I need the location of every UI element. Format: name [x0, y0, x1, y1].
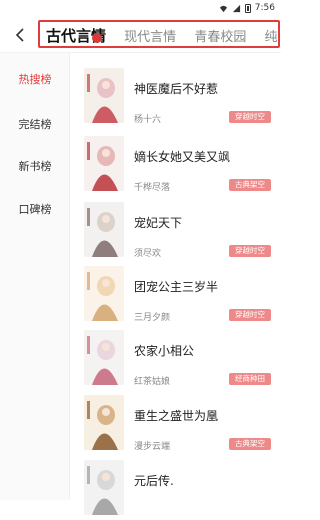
book-title: 农家小相公	[134, 344, 195, 358]
book-cover	[84, 330, 124, 385]
book-tag: 穿越时空	[229, 111, 271, 123]
book-title: 重生之盛世为凰	[134, 409, 219, 423]
tab-ancient-romance[interactable]: 古代言情	[46, 25, 106, 46]
book-item[interactable]: 团宠公主三岁半 三月夕颜 穿越时空	[76, 266, 281, 326]
book-cover	[84, 266, 124, 321]
book-item[interactable]: 宠妃天下 须尽欢 穿越时空	[76, 202, 281, 262]
signal-icon	[232, 4, 240, 12]
book-cover	[84, 136, 124, 191]
book-tag: 穿越时空	[229, 245, 271, 257]
book-item[interactable]: 神医魔后不好惹 杨十六 穿越时空	[76, 68, 281, 128]
book-author: 千桦尽落	[134, 183, 171, 193]
sidebar-item-completed[interactable]: 完结榜	[0, 116, 70, 132]
chevron-left-icon	[15, 28, 24, 42]
book-tag: 穿越时空	[229, 309, 271, 321]
book-cover	[84, 202, 124, 257]
sidebar-item-hot-search[interactable]: 热搜榜	[0, 71, 70, 87]
tab-modern-romance[interactable]: 现代言情	[124, 26, 176, 45]
tab-pure-love[interactable]: 纯爱	[264, 26, 278, 45]
book-author: 三月夕颜	[134, 313, 171, 323]
category-tabs: 古代言情 现代言情 青春校园 纯爱	[38, 20, 280, 48]
book-tag: 古典架空	[229, 438, 271, 450]
status-time: 7:56	[254, 3, 275, 13]
book-author: 漫步云端	[134, 442, 171, 452]
book-author: 红茶姑娘	[134, 377, 171, 387]
tab-youth-campus[interactable]: 青春校园	[194, 26, 246, 45]
book-author: 杨十六	[134, 115, 162, 125]
active-dot	[92, 33, 102, 43]
sidebar-item-reputation[interactable]: 口碑榜	[0, 201, 70, 217]
book-title: 团宠公主三岁半	[134, 280, 219, 294]
book-item[interactable]: 元后传.	[76, 460, 281, 520]
back-button[interactable]	[12, 25, 28, 45]
book-title: 元后传.	[134, 474, 174, 488]
book-item[interactable]: 农家小相公 红茶姑娘 经商种田	[76, 330, 281, 390]
battery-icon	[244, 3, 251, 13]
book-title: 嫡长女她又美又飒	[134, 150, 231, 164]
sidebar-item-new-books[interactable]: 新书榜	[0, 158, 70, 174]
book-item[interactable]: 嫡长女她又美又飒 千桦尽落 古典架空	[76, 136, 281, 196]
status-bar: 7:56	[0, 0, 281, 18]
status-icons: 7:56	[219, 3, 275, 13]
book-cover	[84, 460, 124, 515]
book-tag: 古典架空	[229, 179, 271, 191]
book-title: 神医魔后不好惹	[134, 82, 219, 96]
book-item[interactable]: 重生之盛世为凰 漫步云端 古典架空	[76, 395, 281, 455]
book-tag: 经商种田	[229, 373, 271, 385]
book-author: 须尽欢	[134, 249, 162, 259]
top-bar: 古代言情 现代言情 青春校园 纯爱	[0, 18, 281, 52]
book-title: 宠妃天下	[134, 216, 183, 230]
wifi-icon	[219, 5, 227, 12]
book-cover	[84, 395, 124, 450]
book-cover	[84, 68, 124, 123]
ranking-sidebar: 热搜榜 完结榜 新书榜 口碑榜	[0, 53, 70, 500]
